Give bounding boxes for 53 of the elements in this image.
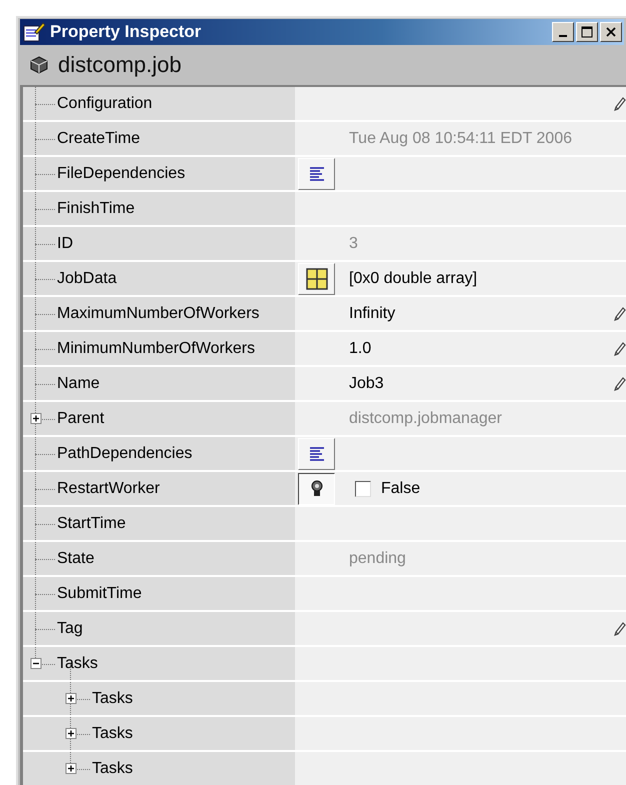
property-value: Job3 <box>349 374 384 392</box>
property-name: Name <box>57 374 100 392</box>
property-name: MaximumNumberOfWorkers <box>57 304 260 322</box>
property-value: [0x0 double array] <box>349 270 478 288</box>
document-pencil-icon <box>23 22 45 42</box>
maximize-icon <box>581 26 593 38</box>
property-value: 1.0 <box>349 340 372 358</box>
property-name: FileDependencies <box>57 164 186 182</box>
property-name: Tasks <box>92 690 133 708</box>
checkbox-label: False <box>381 480 420 498</box>
property-name: SubmitTime <box>57 584 142 602</box>
expand-icon[interactable] <box>65 693 76 704</box>
property-value: pending <box>349 550 406 568</box>
property-name: FinishTime <box>57 200 135 218</box>
property-name: JobData <box>57 270 117 288</box>
property-name: ID <box>57 234 73 252</box>
property-value: Tue Aug 08 10:54:11 EDT 2006 <box>349 130 572 148</box>
collapse-icon[interactable] <box>30 658 41 669</box>
property-name: Parent <box>57 410 104 428</box>
close-icon <box>606 27 616 37</box>
property-name: MinimumNumberOfWorkers <box>57 340 255 358</box>
property-name: Tag <box>57 620 83 638</box>
toggle-button[interactable] <box>298 472 335 504</box>
minimize-icon <box>559 35 567 37</box>
lines-icon <box>308 166 324 182</box>
property-value: 3 <box>349 234 358 252</box>
minimize-button[interactable] <box>552 22 574 42</box>
close-button[interactable] <box>600 22 622 42</box>
array-edit-button[interactable] <box>298 262 335 294</box>
window-title: Property Inspector <box>50 22 202 42</box>
property-value: Infinity <box>349 304 396 322</box>
bulb-icon <box>310 480 324 498</box>
property-name: StartTime <box>57 514 126 532</box>
property-name: Tasks <box>57 654 98 672</box>
grid-icon <box>306 268 328 290</box>
maximize-button[interactable] <box>576 22 598 42</box>
property-name: PathDependencies <box>57 444 192 462</box>
property-name: CreateTime <box>57 130 140 148</box>
property-name: Configuration <box>57 94 152 112</box>
expand-icon[interactable] <box>65 763 76 774</box>
list-edit-button[interactable] <box>298 158 335 190</box>
property-name: RestartWorker <box>57 480 160 498</box>
property-name: Tasks <box>92 760 133 778</box>
object-name: distcomp.job <box>58 52 182 78</box>
property-value: distcomp.jobmanager <box>349 410 502 428</box>
expand-icon[interactable] <box>30 413 41 424</box>
checkbox[interactable] <box>355 480 371 496</box>
lines-icon <box>308 446 324 462</box>
list-edit-button[interactable] <box>298 438 335 470</box>
expand-icon[interactable] <box>65 728 76 739</box>
property-name: Tasks <box>92 724 133 742</box>
cube-icon <box>30 56 48 74</box>
property-name: State <box>57 550 94 568</box>
